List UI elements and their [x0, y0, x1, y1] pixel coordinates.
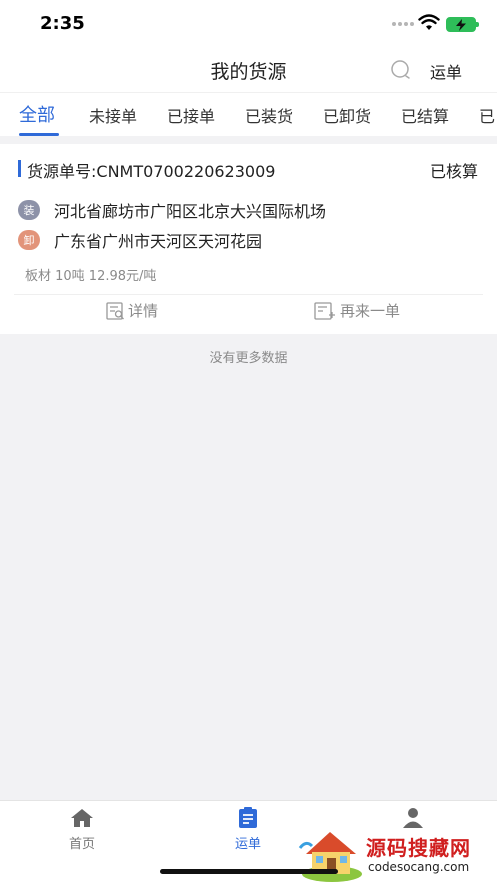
status-tabs: 全部 未接单 已接单 已装货 已卸货 已结算 已 [0, 92, 497, 136]
reorder-label: 再来一单 [340, 302, 401, 320]
tab-unloaded[interactable]: 已卸货 [323, 103, 371, 127]
watermark-url: codesocang.com [368, 860, 470, 874]
order-card[interactable]: 货源单号:CNMT0700220623009 已核算 装 河北省廊坊市广阳区北京… [0, 144, 497, 334]
unload-address: 广东省广州市天河区天河花园 [54, 232, 263, 251]
tab-not-accepted[interactable]: 未接单 [89, 103, 137, 127]
load-badge: 装 [18, 200, 40, 220]
active-tab-indicator [19, 133, 59, 136]
reorder-button[interactable]: 再来一单 [314, 300, 400, 321]
tabbar-home[interactable]: 首页 [42, 807, 122, 852]
tab-more[interactable]: 已 [479, 103, 495, 127]
house-logo-icon [298, 832, 362, 882]
order-number: 货源单号:CNMT0700220623009 [27, 162, 276, 181]
tab-settled[interactable]: 已结算 [401, 103, 449, 127]
search-icon[interactable] [390, 59, 412, 81]
cargo-info: 板材 10吨 12.98元/吨 [25, 269, 157, 284]
home-indicator[interactable] [160, 869, 338, 874]
tab-loaded[interactable]: 已装货 [245, 103, 293, 127]
reorder-icon [314, 301, 335, 320]
watermark: 源码搜藏网 codesocang.com [298, 826, 497, 883]
status-time: 2:35 [40, 13, 85, 34]
battery-charging-icon [446, 17, 479, 32]
page-title: 我的货源 [210, 61, 287, 83]
waybill-icon [239, 807, 257, 828]
unload-address-row: 卸 广东省广州市天河区天河花园 [18, 228, 262, 252]
load-address: 河北省廊坊市广阳区北京大兴国际机场 [54, 202, 327, 221]
home-icon [71, 809, 93, 827]
tabbar-waybill-label: 运单 [234, 837, 261, 852]
card-divider [14, 294, 483, 295]
card-accent-bar [18, 160, 21, 177]
watermark-title: 源码搜藏网 [366, 836, 471, 860]
status-bar: 2:35 [0, 0, 497, 46]
list-end-text: 没有更多数据 [209, 351, 288, 366]
tabbar-waybill[interactable]: 运单 [208, 807, 288, 852]
navigation-bar: 我的货源 运单 [0, 46, 497, 92]
waybill-nav-button[interactable]: 运单 [430, 59, 462, 83]
unload-badge: 卸 [18, 230, 40, 250]
detail-icon [106, 301, 124, 320]
detail-label: 详情 [128, 302, 159, 320]
detail-button[interactable]: 详情 [106, 300, 158, 321]
tab-accepted[interactable]: 已接单 [167, 103, 215, 127]
app-screen: 2:35 我的货源 运单 全部 未接单 已接单 已装货 已卸货 已结算 已 货源… [0, 0, 497, 883]
wifi-icon [418, 14, 440, 30]
tabbar-home-label: 首页 [68, 837, 95, 852]
order-status: 已核算 [429, 162, 478, 181]
tab-all[interactable]: 全部 [19, 101, 55, 127]
cellular-signal-icon [392, 22, 414, 26]
load-address-row: 装 河北省廊坊市广阳区北京大兴国际机场 [18, 198, 326, 222]
